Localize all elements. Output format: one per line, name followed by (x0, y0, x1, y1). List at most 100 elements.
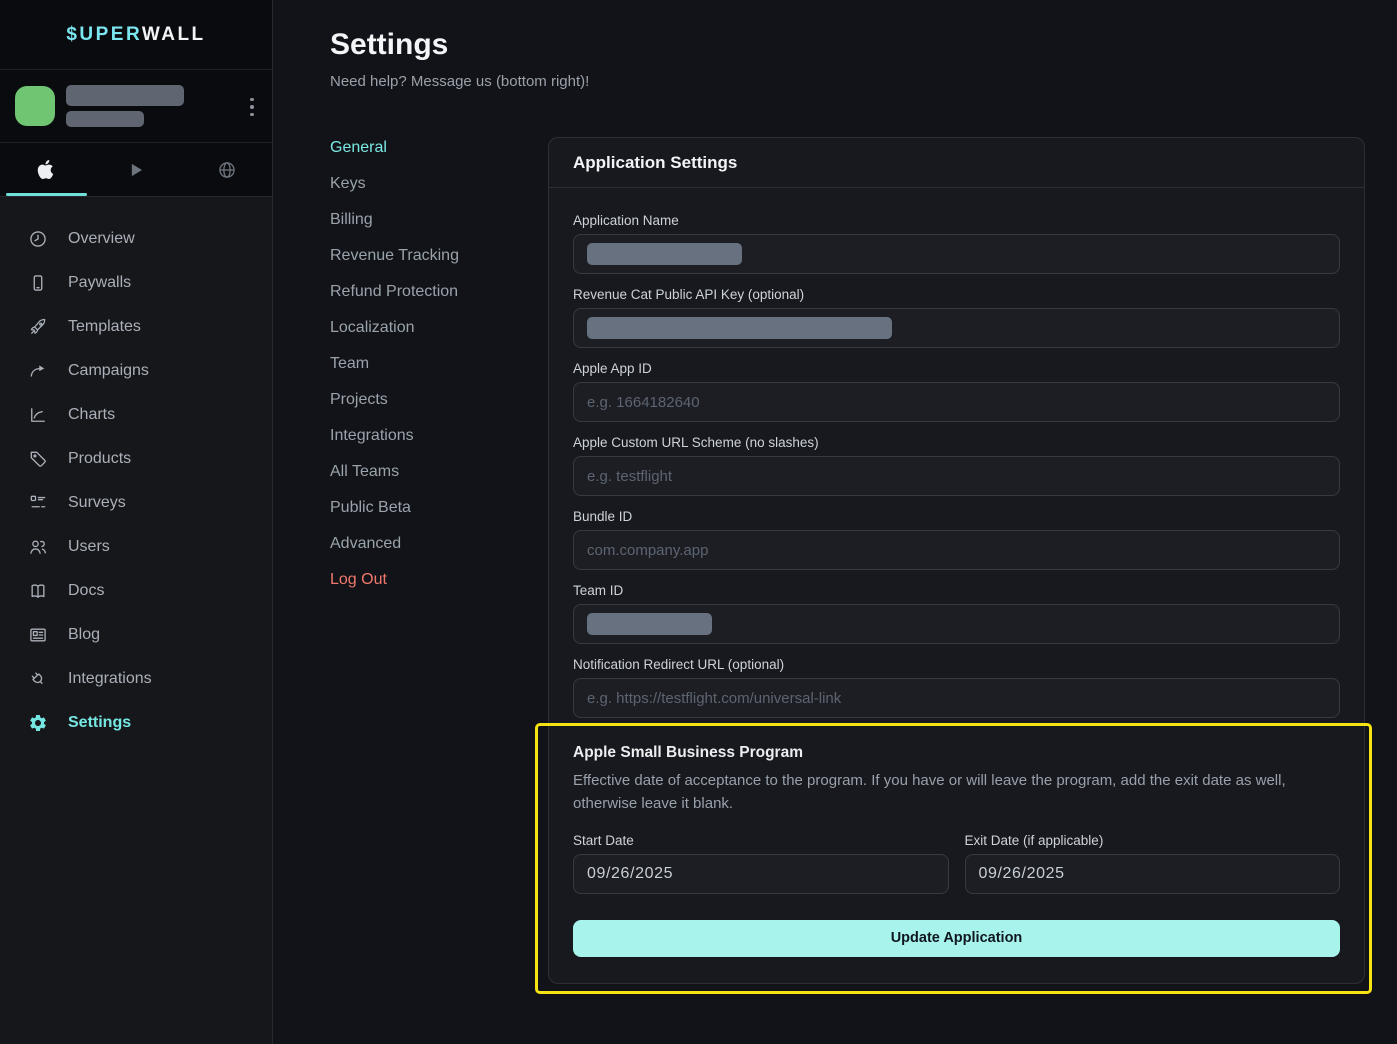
apple-app-id-input[interactable] (573, 382, 1340, 422)
application-name-input[interactable] (573, 234, 1340, 274)
sidebar: $UPERWALL (0, 0, 273, 1044)
exit-date-field: Exit Date (if applicable) (965, 833, 1341, 894)
field-apple-url-scheme: Apple Custom URL Scheme (no slashes) (573, 435, 1340, 496)
newspaper-icon (28, 625, 48, 645)
field-label: Team ID (573, 583, 1340, 598)
field-apple-app-id: Apple App ID (573, 361, 1340, 422)
page-subtitle: Need help? Message us (bottom right)! (330, 73, 589, 90)
apple-url-scheme-input[interactable] (573, 456, 1340, 496)
phone-icon (28, 273, 48, 293)
gear-icon (28, 713, 48, 733)
settings-nav-projects[interactable]: Projects (330, 382, 530, 418)
application-settings-panel: Application Settings Application Name Re… (548, 137, 1365, 984)
sidebar-item-label: Campaigns (68, 362, 149, 380)
section-title: Apple Small Business Program (573, 744, 1340, 762)
update-application-button[interactable]: Update Application (573, 920, 1340, 957)
sidebar-item-docs[interactable]: Docs (0, 569, 272, 613)
settings-nav-team[interactable]: Team (330, 346, 530, 382)
checklist-icon (28, 493, 48, 513)
sidebar-item-surveys[interactable]: Surveys (0, 481, 272, 525)
sidebar-item-blog[interactable]: Blog (0, 613, 272, 657)
settings-nav-localization[interactable]: Localization (330, 310, 530, 346)
field-label: Application Name (573, 213, 1340, 228)
brand-logo: $UPERWALL (0, 0, 272, 70)
redacted-value (587, 613, 712, 635)
settings-nav: General Keys Billing Revenue Tracking Re… (330, 130, 530, 598)
account-subtitle-redacted (66, 111, 144, 127)
sidebar-item-label: Integrations (68, 670, 152, 688)
section-description: Effective date of acceptance to the prog… (573, 769, 1340, 816)
megaphone-icon (28, 361, 48, 381)
bundle-id-input[interactable] (573, 530, 1340, 570)
settings-nav-revenue-tracking[interactable]: Revenue Tracking (330, 238, 530, 274)
logo-prefix: $UPER (66, 24, 142, 45)
book-icon (28, 581, 48, 601)
sidebar-item-settings[interactable]: Settings (0, 701, 272, 745)
tab-web[interactable] (181, 143, 272, 196)
superwall-logo: $UPERWALL (66, 24, 205, 46)
sidebar-item-integrations[interactable]: Integrations (0, 657, 272, 701)
logo-suffix: WALL (142, 24, 206, 45)
platform-tabs (0, 143, 272, 197)
play-icon (126, 160, 146, 180)
apple-small-business-program-section: Apple Small Business Program Effective d… (573, 744, 1340, 957)
settings-nav-billing[interactable]: Billing (330, 202, 530, 238)
field-label: Notification Redirect URL (optional) (573, 657, 1340, 672)
account-switcher[interactable] (0, 70, 272, 143)
redacted-value (587, 243, 742, 265)
rocket-icon (28, 317, 48, 337)
sidebar-item-products[interactable]: Products (0, 437, 272, 481)
field-bundle-id: Bundle ID (573, 509, 1340, 570)
sidebar-item-templates[interactable]: Templates (0, 305, 272, 349)
field-label: Bundle ID (573, 509, 1340, 524)
sidebar-item-label: Surveys (68, 494, 126, 512)
start-date-field: Start Date (573, 833, 949, 894)
chart-icon (28, 405, 48, 425)
field-label: Revenue Cat Public API Key (optional) (573, 287, 1340, 302)
panel-body: Application Name Revenue Cat Public API … (549, 188, 1364, 983)
settings-nav-general[interactable]: General (330, 130, 530, 166)
settings-nav-refund-protection[interactable]: Refund Protection (330, 274, 530, 310)
field-team-id: Team ID (573, 583, 1340, 644)
sidebar-item-overview[interactable]: Overview (0, 217, 272, 261)
settings-nav-integrations[interactable]: Integrations (330, 418, 530, 454)
apple-icon (36, 160, 55, 179)
sidebar-item-users[interactable]: Users (0, 525, 272, 569)
superwall-dashboard: $UPERWALL (0, 0, 1397, 1044)
clock-icon (28, 229, 48, 249)
start-date-input[interactable] (573, 854, 949, 894)
sidebar-item-charts[interactable]: Charts (0, 393, 272, 437)
sidebar-item-label: Docs (68, 582, 104, 600)
field-label: Exit Date (if applicable) (965, 833, 1341, 848)
field-revenuecat-api-key: Revenue Cat Public API Key (optional) (573, 287, 1340, 348)
field-notification-redirect-url: Notification Redirect URL (optional) (573, 657, 1340, 718)
sidebar-item-label: Templates (68, 318, 141, 336)
sidebar-item-label: Blog (68, 626, 100, 644)
sidebar-item-paywalls[interactable]: Paywalls (0, 261, 272, 305)
settings-nav-keys[interactable]: Keys (330, 166, 530, 202)
field-label: Start Date (573, 833, 949, 848)
tab-android[interactable] (91, 143, 182, 196)
settings-nav-advanced[interactable]: Advanced (330, 526, 530, 562)
sidebar-item-label: Charts (68, 406, 115, 424)
tag-icon (28, 449, 48, 469)
settings-nav-public-beta[interactable]: Public Beta (330, 490, 530, 526)
tab-ios[interactable] (0, 143, 91, 196)
redacted-value (587, 317, 892, 339)
plug-icon (28, 669, 48, 689)
sidebar-item-label: Products (68, 450, 131, 468)
team-id-input[interactable] (573, 604, 1340, 644)
sidebar-item-campaigns[interactable]: Campaigns (0, 349, 272, 393)
active-tab-indicator (6, 193, 87, 196)
settings-nav-log-out[interactable]: Log Out (330, 562, 530, 598)
sidebar-item-label: Settings (68, 714, 131, 732)
account-menu-kebab-icon[interactable] (244, 92, 260, 122)
sidebar-nav: Overview Paywalls Templates Campaigns Ch… (0, 197, 272, 745)
settings-nav-all-teams[interactable]: All Teams (330, 454, 530, 490)
notification-redirect-url-input[interactable] (573, 678, 1340, 718)
users-icon (28, 537, 48, 557)
revenuecat-api-key-input[interactable] (573, 308, 1340, 348)
page-title: Settings (330, 28, 448, 62)
sidebar-item-label: Paywalls (68, 274, 131, 292)
exit-date-input[interactable] (965, 854, 1341, 894)
